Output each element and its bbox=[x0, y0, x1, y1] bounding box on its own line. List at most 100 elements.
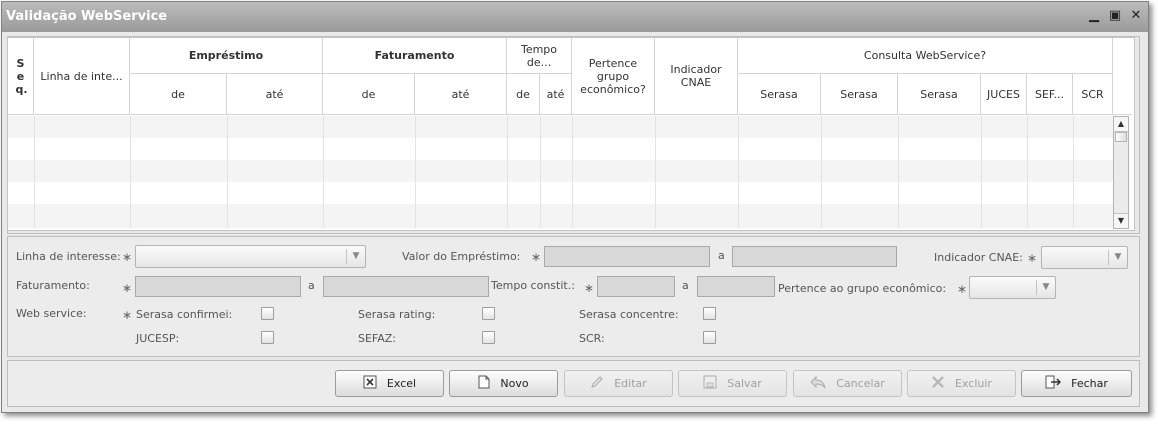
linha-interesse-label: Linha de interesse: bbox=[16, 250, 121, 263]
column-divider bbox=[34, 116, 35, 228]
header-serasa-3[interactable]: Serasa bbox=[898, 74, 981, 115]
serasa-concentre-checkbox[interactable] bbox=[703, 307, 716, 320]
header-tempo: Tempo de... bbox=[507, 38, 572, 74]
required-mark: ∗ bbox=[122, 308, 133, 322]
tempo-to-input[interactable] bbox=[697, 276, 775, 297]
chevron-down-icon: ▼ bbox=[346, 249, 365, 264]
required-mark: ∗ bbox=[957, 282, 968, 296]
window-title: Validação WebService bbox=[6, 9, 168, 24]
header-filler bbox=[1113, 38, 1132, 115]
column-divider bbox=[1027, 116, 1028, 228]
chevron-down-icon: ▼ bbox=[1036, 280, 1055, 295]
serasa-rating-checkbox[interactable] bbox=[482, 307, 495, 320]
sefaz-checkbox[interactable] bbox=[482, 331, 495, 344]
results-grid: S e q. Linha de inte... Empréstimo Fatur… bbox=[7, 37, 1135, 231]
tempo-constit-label: Tempo constit.: bbox=[491, 279, 575, 292]
excluir-button[interactable]: Excluir bbox=[907, 370, 1016, 397]
new-document-icon bbox=[478, 375, 490, 392]
column-divider bbox=[323, 116, 324, 228]
header-tempo-de[interactable]: de bbox=[507, 74, 540, 115]
header-consulta: Consulta WebService? bbox=[738, 38, 1113, 74]
maximize-icon[interactable]: ▣ bbox=[1108, 8, 1122, 24]
header-linha[interactable]: Linha de inte... bbox=[34, 38, 130, 115]
faturamento-from-input[interactable] bbox=[135, 276, 301, 297]
title-bar: Validação WebService ▁ ▣ ✕ bbox=[2, 2, 1148, 32]
header-pertence[interactable]: Pertence grupo econômico? bbox=[572, 38, 655, 115]
scroll-down-icon[interactable]: ▼ bbox=[1114, 213, 1128, 228]
indicador-cnae-select[interactable]: ▼ bbox=[1041, 246, 1128, 269]
header-faturamento: Faturamento bbox=[323, 38, 507, 74]
serasa-confirmei-label: Serasa confirmei: bbox=[136, 308, 233, 321]
header-serasa-2[interactable]: Serasa bbox=[821, 74, 898, 115]
required-mark: ∗ bbox=[584, 281, 595, 295]
column-divider bbox=[572, 116, 573, 228]
serasa-rating-label: Serasa rating: bbox=[358, 308, 436, 321]
excel-button[interactable]: Excel bbox=[335, 370, 444, 397]
required-mark: ∗ bbox=[122, 250, 133, 264]
pertence-grupo-label: Pertence ao grupo econômico: bbox=[778, 282, 947, 295]
range-separator: a bbox=[682, 279, 689, 292]
serasa-confirmei-checkbox[interactable] bbox=[261, 307, 274, 320]
linha-interesse-select[interactable]: ▼ bbox=[135, 245, 366, 268]
cancelar-button[interactable]: Cancelar bbox=[793, 370, 902, 397]
header-emprestimo-de[interactable]: de bbox=[130, 74, 227, 115]
fechar-button[interactable]: Fechar bbox=[1021, 370, 1132, 397]
salvar-button[interactable]: Salvar bbox=[678, 370, 787, 397]
table-row[interactable] bbox=[8, 160, 1113, 182]
required-mark: ∗ bbox=[122, 281, 133, 295]
header-tempo-ate[interactable]: até bbox=[540, 74, 572, 115]
chevron-down-icon: ▼ bbox=[1108, 250, 1127, 265]
header-seq[interactable]: S e q. bbox=[8, 38, 34, 115]
header-faturamento-de[interactable]: de bbox=[323, 74, 415, 115]
column-divider bbox=[227, 116, 228, 228]
exit-icon bbox=[1045, 375, 1062, 392]
column-divider bbox=[898, 116, 899, 228]
range-separator: a bbox=[308, 279, 315, 292]
header-emprestimo-ate[interactable]: até bbox=[227, 74, 323, 115]
grid-vertical-scrollbar[interactable]: ▲ ▼ bbox=[1113, 116, 1129, 229]
column-divider bbox=[540, 116, 541, 228]
column-divider bbox=[415, 116, 416, 228]
column-divider bbox=[507, 116, 508, 228]
table-row[interactable] bbox=[8, 182, 1113, 204]
range-separator: a bbox=[718, 249, 725, 262]
scr-label: SCR: bbox=[579, 332, 605, 345]
valor-emprestimo-from-input[interactable] bbox=[544, 246, 710, 267]
indicador-cnae-label: Indicador CNAE: bbox=[934, 251, 1023, 264]
scr-checkbox[interactable] bbox=[703, 331, 716, 344]
scroll-thumb[interactable] bbox=[1115, 132, 1127, 142]
novo-button[interactable]: Novo bbox=[449, 370, 558, 397]
close-icon[interactable]: ✕ bbox=[1129, 8, 1143, 24]
web-service-label: Web service: bbox=[16, 307, 87, 320]
tempo-from-input[interactable] bbox=[597, 276, 675, 297]
delete-icon bbox=[931, 375, 945, 392]
table-row[interactable] bbox=[8, 138, 1113, 160]
column-divider bbox=[821, 116, 822, 228]
column-divider bbox=[738, 116, 739, 228]
header-scr[interactable]: SCR bbox=[1073, 74, 1113, 115]
header-juces[interactable]: JUCES bbox=[981, 74, 1027, 115]
table-row[interactable] bbox=[8, 116, 1113, 138]
editar-button[interactable]: Editar bbox=[564, 370, 673, 397]
minimize-icon[interactable]: ▁ bbox=[1087, 8, 1101, 24]
header-indicador[interactable]: Indicador CNAE bbox=[655, 38, 738, 115]
validacao-webservice-window: Validação WebService ▁ ▣ ✕ S e q. Linha … bbox=[1, 1, 1149, 413]
column-divider bbox=[130, 116, 131, 228]
required-mark: ∗ bbox=[1027, 251, 1038, 265]
jucesp-label: JUCESP: bbox=[136, 332, 180, 345]
faturamento-to-input[interactable] bbox=[323, 276, 489, 297]
scroll-up-icon[interactable]: ▲ bbox=[1114, 117, 1128, 132]
valor-emprestimo-to-input[interactable] bbox=[732, 246, 897, 267]
pencil-icon bbox=[590, 375, 604, 392]
header-serasa-1[interactable]: Serasa bbox=[738, 74, 821, 115]
pertence-grupo-select[interactable]: ▼ bbox=[969, 276, 1056, 299]
table-row[interactable] bbox=[8, 204, 1113, 228]
column-divider bbox=[655, 116, 656, 228]
header-sefaz[interactable]: SEF... bbox=[1027, 74, 1073, 115]
header-emprestimo: Empréstimo bbox=[130, 38, 323, 74]
undo-icon bbox=[810, 375, 826, 392]
required-mark: ∗ bbox=[531, 250, 542, 264]
column-divider bbox=[1073, 116, 1074, 228]
header-faturamento-ate[interactable]: até bbox=[415, 74, 507, 115]
jucesp-checkbox[interactable] bbox=[261, 331, 274, 344]
